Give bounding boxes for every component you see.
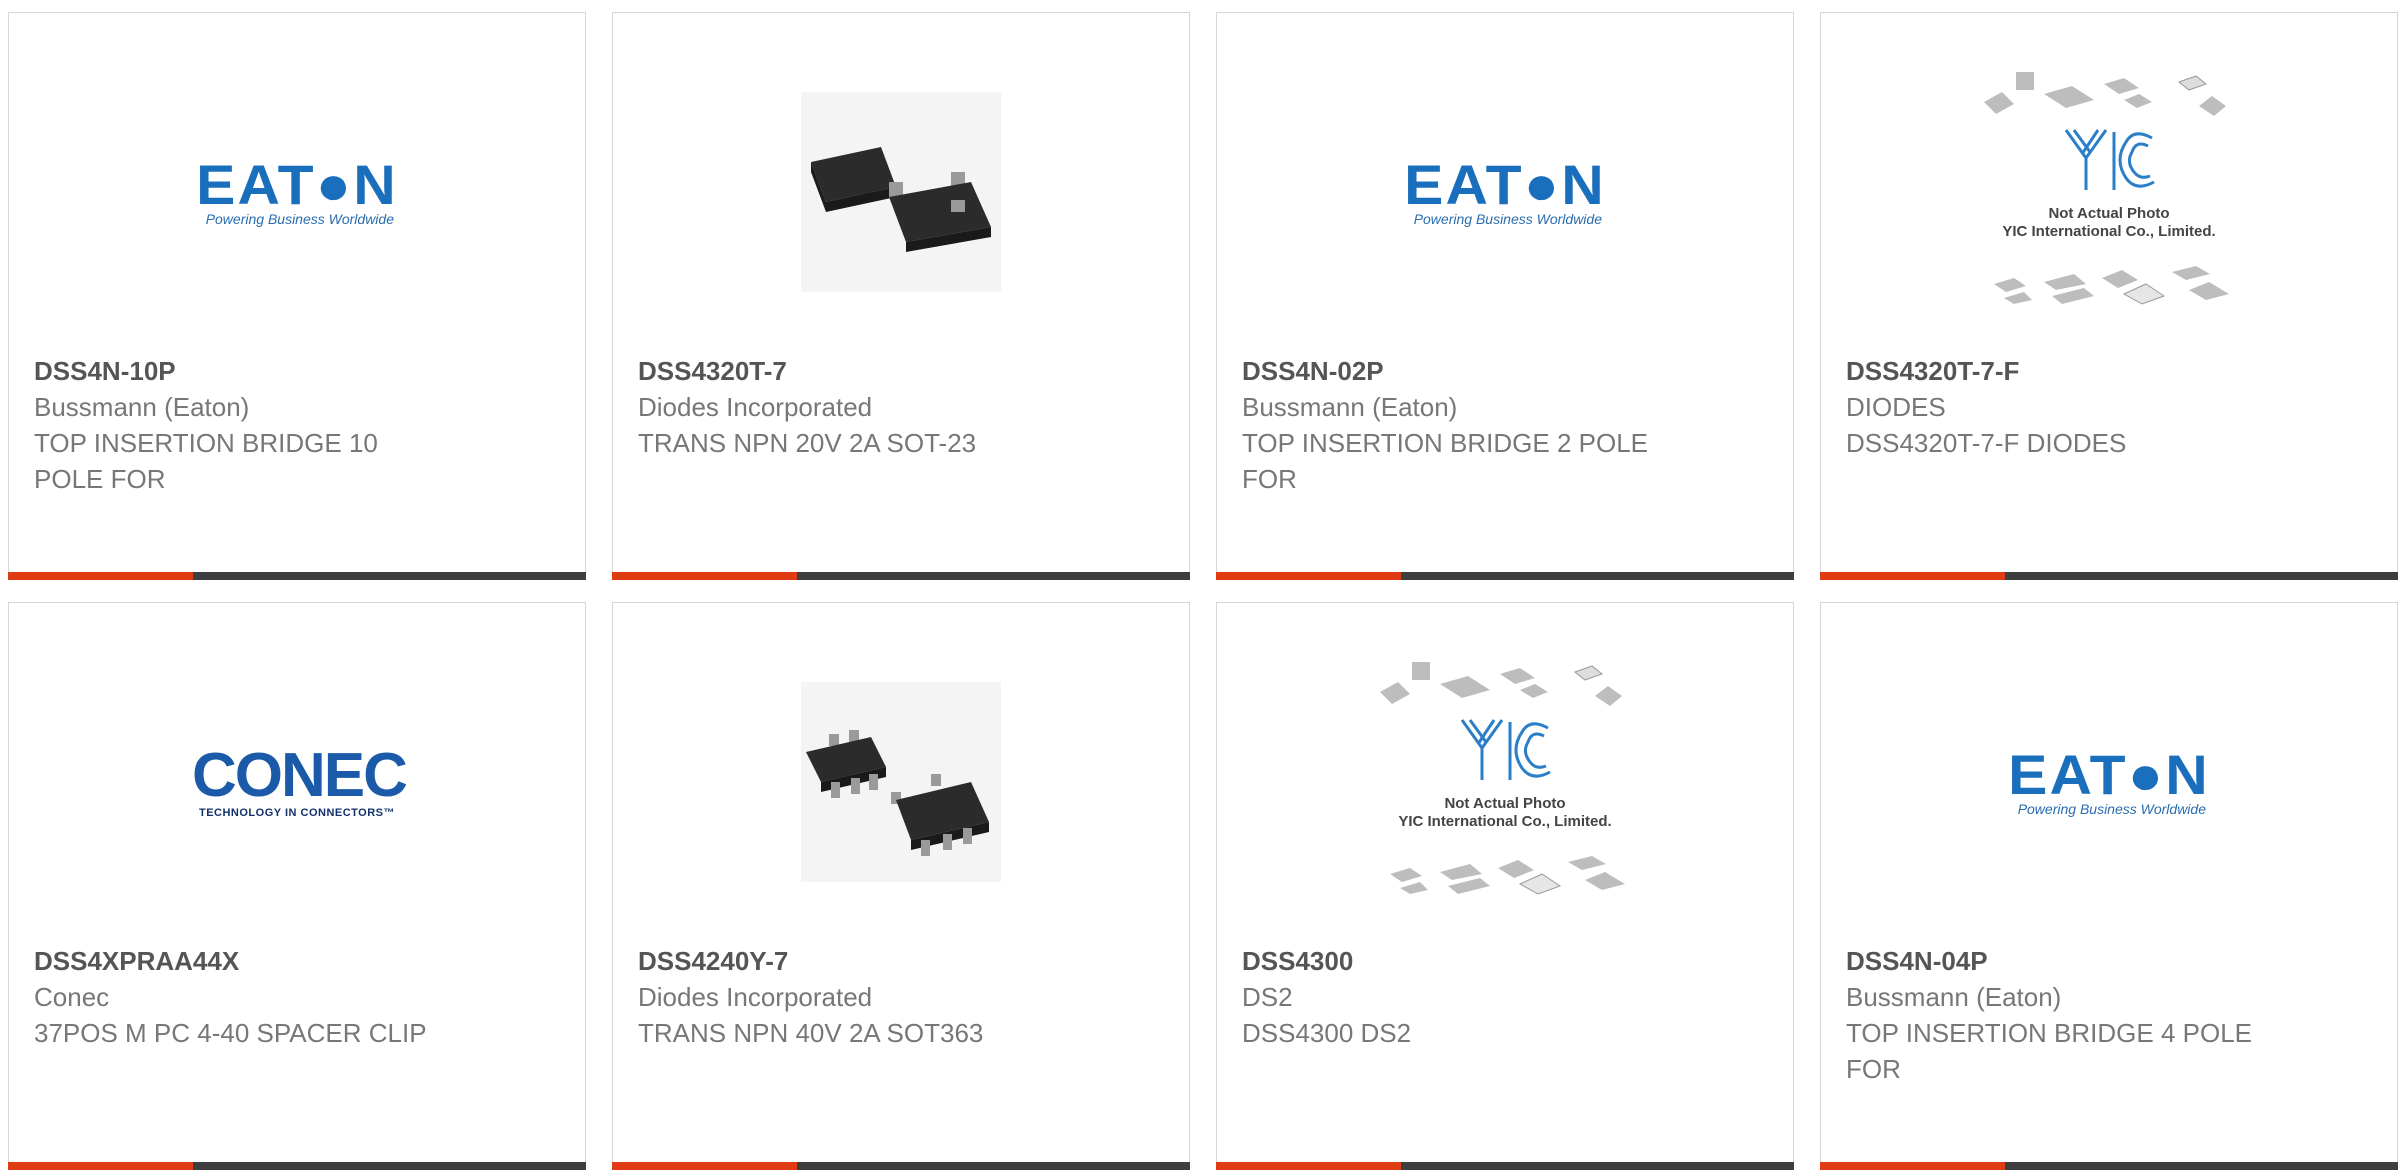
card-bottom-bar	[1820, 1162, 2398, 1170]
accent-bar	[1216, 1162, 1401, 1170]
product-card[interactable]: CONEC TECHNOLOGY IN CONNECTORS™ DSS4XPRA…	[8, 602, 586, 1170]
product-image[interactable]	[613, 67, 1189, 317]
description: TOP INSERTION BRIDGE 4 POLE FOR	[1846, 1018, 2253, 1084]
svg-text:YIC International Co., Limited: YIC International Co., Limited.	[2002, 223, 2215, 240]
product-image[interactable]: EAT●N Powering Business Worldwide	[1821, 657, 2397, 907]
part-number[interactable]: DSS4240Y-7	[638, 943, 1164, 979]
yic-placeholder-image: Not Actual Photo YIC International Co., …	[1974, 72, 2244, 312]
description: DSS4300 DS2	[1242, 1018, 1412, 1048]
product-card[interactable]: EAT●N Powering Business Worldwide DSS4N-…	[1216, 12, 1794, 580]
product-card[interactable]: EAT●N Powering Business Worldwide DSS4N-…	[1820, 602, 2398, 1170]
product-image[interactable]	[613, 657, 1189, 907]
eaton-logo: EAT●N Powering Business Worldwide	[1404, 153, 1606, 228]
card-bottom-bar	[1216, 1162, 1794, 1170]
eaton-logo: EAT●N Powering Business Worldwide	[2008, 743, 2210, 818]
accent-bar	[612, 572, 797, 580]
part-number[interactable]: DSS4XPRAA44X	[34, 943, 560, 979]
eaton-logo: EAT●N Powering Business Worldwide	[196, 153, 398, 228]
product-image[interactable]: Not Actual Photo YIC International Co., …	[1821, 67, 2397, 317]
product-image[interactable]: Not Actual Photo YIC International Co., …	[1217, 657, 1793, 907]
manufacturer: Diodes Incorporated	[638, 392, 873, 422]
card-bottom-bar	[1216, 572, 1794, 580]
description: TRANS NPN 20V 2A SOT-23	[638, 428, 977, 458]
manufacturer: Bussmann (Eaton)	[34, 392, 250, 422]
part-number[interactable]: DSS4N-02P	[1242, 353, 1768, 389]
manufacturer: Diodes Incorporated	[638, 982, 873, 1012]
accent-bar	[1820, 1162, 2005, 1170]
manufacturer: DIODES	[1846, 392, 1946, 422]
product-card[interactable]: EAT●N Powering Business Worldwide DSS4N-…	[8, 12, 586, 580]
accent-bar	[8, 1162, 193, 1170]
product-image[interactable]: CONEC TECHNOLOGY IN CONNECTORS™	[9, 657, 585, 907]
svg-text:YIC International Co., Limited: YIC International Co., Limited.	[1398, 813, 1611, 830]
manufacturer: DS2	[1242, 982, 1293, 1012]
product-image[interactable]: EAT●N Powering Business Worldwide	[9, 67, 585, 317]
product-card[interactable]: DSS4320T-7 Diodes Incorporated TRANS NPN…	[612, 12, 1190, 580]
sot363-package-image	[801, 682, 1001, 882]
card-bottom-bar	[612, 1162, 1190, 1170]
description: TOP INSERTION BRIDGE 2 POLE FOR	[1242, 428, 1649, 494]
product-image[interactable]: EAT●N Powering Business Worldwide	[1217, 67, 1793, 317]
part-number[interactable]: DSS4300	[1242, 943, 1768, 979]
description: DSS4320T-7-F DIODES	[1846, 428, 2127, 458]
accent-bar	[8, 572, 193, 580]
chip-icons: Not Actual Photo YIC International Co., …	[1380, 662, 1625, 895]
part-number[interactable]: DSS4N-04P	[1846, 943, 2372, 979]
part-number[interactable]: DSS4320T-7-F	[1846, 353, 2372, 389]
product-card[interactable]: Not Actual Photo YIC International Co., …	[1820, 12, 2398, 580]
card-bottom-bar	[8, 1162, 586, 1170]
description: TOP INSERTION BRIDGE 10 POLE FOR	[34, 428, 378, 494]
description: TRANS NPN 40V 2A SOT363	[638, 1018, 984, 1048]
sot23-package-image	[801, 92, 1001, 292]
description: 37POS M PC 4-40 SPACER CLIP	[34, 1018, 427, 1048]
card-bottom-bar	[612, 572, 1190, 580]
card-bottom-bar	[1820, 572, 2398, 580]
product-card[interactable]: Not Actual Photo YIC International Co., …	[1216, 602, 1794, 1170]
product-grid: EAT●N Powering Business Worldwide DSS4N-…	[0, 0, 2400, 1170]
card-bottom-bar	[8, 572, 586, 580]
manufacturer: Bussmann (Eaton)	[1846, 982, 2062, 1012]
manufacturer: Conec	[34, 982, 110, 1012]
accent-bar	[612, 1162, 797, 1170]
conec-logo: CONEC TECHNOLOGY IN CONNECTORS™	[192, 741, 408, 820]
manufacturer: Bussmann (Eaton)	[1242, 392, 1458, 422]
accent-bar	[1820, 572, 2005, 580]
svg-text:Not Actual Photo: Not Actual Photo	[1444, 795, 1565, 812]
part-number[interactable]: DSS4N-10P	[34, 353, 560, 389]
chip-icons: Not Actual Photo YIC International Co., …	[1984, 72, 2229, 305]
accent-bar	[1216, 572, 1401, 580]
yic-placeholder-image: Not Actual Photo YIC International Co., …	[1370, 662, 1640, 902]
svg-text:Not Actual Photo: Not Actual Photo	[2048, 205, 2169, 222]
part-number[interactable]: DSS4320T-7	[638, 353, 1164, 389]
product-card[interactable]: DSS4240Y-7 Diodes Incorporated TRANS NPN…	[612, 602, 1190, 1170]
